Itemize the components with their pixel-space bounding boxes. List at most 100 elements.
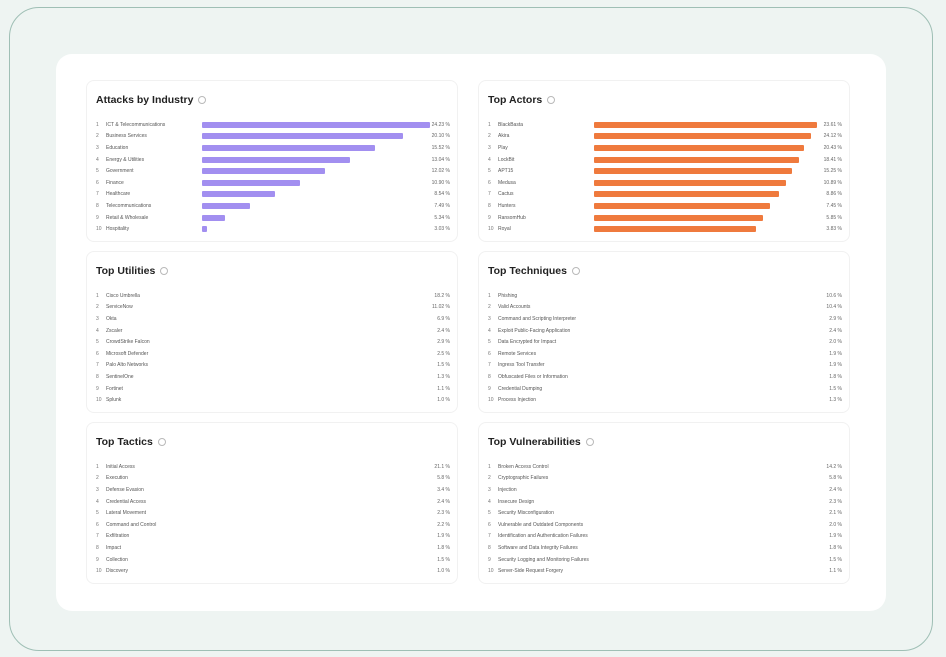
list-item: 7 Identification and Authentication Failu…	[488, 531, 846, 543]
item-rank: 1	[96, 121, 99, 128]
item-rank: 7	[96, 362, 99, 369]
info-icon[interactable]	[157, 438, 166, 446]
item-rank: 5	[488, 168, 491, 175]
item-rank: 8	[96, 202, 99, 209]
item-value: 1.3 %	[437, 373, 450, 380]
tactics-panel: Top Tactics 1 Initial Access 21.1 % 2 Execut…	[86, 422, 458, 584]
list-item: 2 Execution 5.8 %	[96, 473, 454, 485]
bar	[202, 144, 376, 151]
item-name: Okta	[106, 315, 117, 322]
tactics-rows: 1 Initial Access 21.1 % 2 Execution 5.8 % 3 Def…	[96, 461, 454, 577]
list-item: 7 Palo Alto Networks 1.5 %	[96, 360, 454, 372]
item-rank: 6	[488, 179, 491, 186]
vulnerabilities-rows: 1 Broken Access Control 14.2 % 2 Cryptograph…	[488, 461, 846, 577]
vulnerabilities-title: Top Vulnerabilities	[488, 436, 581, 448]
info-icon[interactable]	[198, 96, 207, 104]
item-value: 15.52 %	[431, 144, 450, 151]
item-rank: 10	[488, 397, 494, 404]
item-value: 1.0 %	[437, 568, 450, 575]
list-item: 4 Insecure Design 2.3 %	[488, 496, 846, 508]
bar-track	[594, 214, 822, 221]
item-value: 10.6 %	[826, 292, 842, 299]
item-value: 1.3 %	[829, 397, 842, 404]
item-value: 14.2 %	[826, 463, 842, 470]
item-name: Security Misconfiguration	[498, 510, 554, 517]
list-item: 1 Broken Access Control 14.2 %	[488, 461, 846, 473]
item-name: Fortinet	[106, 385, 123, 392]
item-rank: 2	[96, 133, 99, 140]
bar	[202, 214, 225, 221]
list-item: 6 Vulnerable and Outdated Components 2.0 %	[488, 519, 846, 531]
list-item: 4 Credential Access 2.4 %	[96, 496, 454, 508]
bar-track	[202, 179, 430, 186]
list-item: 6 Microsoft Defender 2.5 %	[96, 348, 454, 360]
item-name: Government	[106, 168, 134, 175]
item-name: Akira	[498, 133, 510, 140]
item-value: 1.1 %	[829, 568, 842, 575]
item-value: 5.8 %	[829, 475, 842, 482]
item-value: 1.9 %	[829, 350, 842, 357]
bar-track	[202, 121, 430, 128]
item-name: BlackBasta	[498, 121, 524, 128]
list-item: 3 Okta 6.9 %	[96, 313, 454, 325]
item-name: Software and Data Integrity Failures	[498, 544, 578, 551]
tactics-title: Top Tactics	[96, 436, 153, 448]
bar	[202, 156, 351, 163]
actors-title: Top Actors	[488, 94, 543, 106]
item-value: 5.85 %	[826, 214, 842, 221]
item-value: 1.5 %	[829, 385, 842, 392]
item-rank: 9	[96, 385, 99, 392]
bar	[594, 133, 811, 140]
item-rank: 5	[488, 339, 491, 346]
item-rank: 8	[488, 544, 491, 551]
list-item: 8 Impact 1.8 %	[96, 542, 454, 554]
item-value: 11.02 %	[432, 304, 450, 311]
techniques-rows: 1 Phishing 10.6 % 2 Valid Accounts 10.4 % 3 Com…	[488, 290, 846, 406]
item-rank: 10	[96, 226, 102, 233]
item-rank: 2	[96, 304, 99, 311]
item-rank: 8	[96, 544, 99, 551]
item-name: Exploit Public-Facing Application	[498, 327, 571, 334]
list-item: 6 Finance 10.90 %	[96, 177, 454, 189]
item-rank: 1	[488, 292, 491, 299]
item-name: Hunters	[498, 202, 516, 209]
item-value: 8.86 %	[826, 191, 842, 198]
item-rank: 4	[96, 156, 99, 163]
item-rank: 3	[488, 486, 491, 493]
item-name: Remote Services	[498, 350, 537, 357]
item-rank: 8	[96, 373, 99, 380]
bar-track	[202, 156, 430, 163]
item-name: Command and Scripting Interpreter	[498, 315, 577, 322]
info-icon[interactable]	[571, 267, 580, 275]
bar	[594, 121, 818, 128]
item-value: 2.4 %	[437, 327, 450, 334]
info-icon[interactable]	[160, 267, 169, 275]
list-item: 1 Cisco Umbrella 18.2 %	[96, 290, 454, 302]
info-icon[interactable]	[547, 96, 556, 104]
item-name: Injection	[498, 486, 517, 493]
actors-rows: 1 BlackBasta 23.61 % 2 Akira 24.12 % 3 Play 20.4…	[488, 119, 846, 235]
item-name: ServiceNow	[106, 304, 133, 311]
item-name: Telecommunications	[106, 202, 152, 209]
techniques-title: Top Techniques	[488, 265, 567, 277]
item-name: Cactus	[498, 191, 514, 198]
list-item: 9 Collection 1.5 %	[96, 554, 454, 566]
list-item: 2 Cryptographic Failures 5.8 %	[488, 473, 846, 485]
bar-track	[594, 121, 822, 128]
bar	[594, 168, 793, 175]
list-item: 6 Medusa 10.89 %	[488, 177, 846, 189]
item-value: 23.61 %	[823, 121, 842, 128]
item-rank: 6	[488, 521, 491, 528]
list-item: 10 Royal 3.83 %	[488, 223, 846, 235]
bar	[594, 214, 763, 221]
bar	[202, 191, 275, 198]
item-rank: 8	[488, 202, 491, 209]
item-value: 20.43 %	[823, 144, 842, 151]
utilities-rows: 1 Cisco Umbrella 18.2 % 2 ServiceNow 11.02 % 3…	[96, 290, 454, 406]
item-name: Command and Control	[106, 521, 157, 528]
info-icon[interactable]	[585, 438, 594, 446]
item-name: Data Encrypted for Impact	[498, 339, 557, 346]
item-value: 10.89 %	[823, 179, 842, 186]
item-name: Discovery	[106, 568, 128, 575]
list-item: 10 Hospitality 3.03 %	[96, 223, 454, 235]
